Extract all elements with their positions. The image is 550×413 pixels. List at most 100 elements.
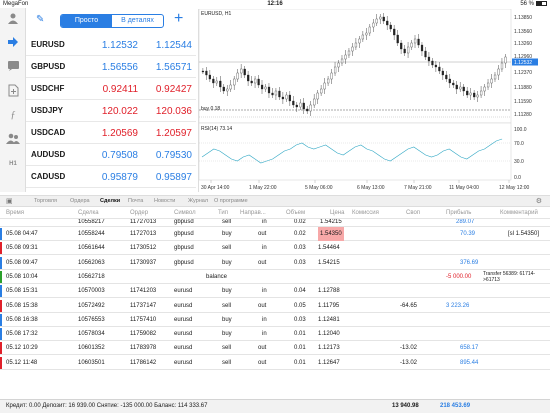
price-tick-label: 1.11880 [514, 85, 532, 91]
timeframe-button[interactable]: H1 [4, 156, 22, 172]
cell-deal: 10562718 [78, 273, 105, 280]
total-profit: 218 453.69 [440, 403, 471, 409]
col-direction[interactable]: Направ... [240, 210, 266, 216]
cell-type: buy [222, 331, 232, 338]
table-row[interactable]: 05.08 09:47 10562063 11730937 gbpusd buy out 0… [0, 256, 550, 270]
candle-body [347, 50, 351, 56]
tab-detailed[interactable]: В деталях [112, 15, 163, 27]
cell-swap: -13.02 [400, 359, 418, 366]
price-tick-label: 1.11280 [514, 112, 532, 118]
tab-4[interactable]: Новости [154, 198, 175, 204]
cell-deal: 10562063 [78, 259, 105, 266]
col-volume[interactable]: Объем [286, 210, 305, 216]
col-type[interactable]: Тип [218, 210, 228, 216]
col-time[interactable]: Время [6, 210, 24, 216]
candle-body [288, 94, 291, 102]
add-symbol-icon[interactable]: + [174, 10, 183, 28]
candle-body [240, 68, 243, 74]
document-add-icon[interactable] [4, 84, 22, 100]
cell-type: buy [222, 316, 232, 323]
cell-profit: 376.69 [460, 259, 479, 266]
table-row[interactable]: 05.08 10:04 10562718 balance -5 000.00 Trans… [0, 270, 550, 284]
price-tick-label: 1.12370 [514, 70, 532, 76]
col-swap[interactable]: Своп [406, 210, 420, 216]
candle-body [327, 78, 330, 84]
tab-0[interactable]: Торговля [34, 198, 57, 204]
cell-type: buy [222, 288, 232, 295]
cell-price: 1.12788 [318, 288, 340, 295]
quote-row[interactable]: GBPUSD 1.56556 1.56571 [26, 56, 196, 78]
cell-price: 1.12647 [318, 359, 340, 366]
deals-table-header: Время Сделка Ордер Символ Тип Направ... … [0, 209, 550, 219]
table-row[interactable]: 05.08 15:38 10572492 11737147 eurusd sell out… [0, 299, 550, 313]
price-chart[interactable]: 1.138501.135601.132601.129601.125321.123… [198, 9, 550, 192]
panel-layout-icon[interactable]: ▣ [6, 197, 13, 205]
candle-body [267, 86, 271, 94]
cell-volume: 0.01 [294, 345, 306, 352]
edit-icon[interactable]: ✎ [36, 14, 44, 25]
table-row[interactable]: 05.12 10:29 10601352 11783978 eurusd sell out… [0, 341, 550, 356]
candle-body [473, 92, 476, 98]
quote-row[interactable]: AUDUSD 0.79508 0.79530 [26, 144, 196, 166]
settings-panel-icon[interactable]: ⚙ [536, 197, 542, 205]
table-row[interactable]: 10558217 11727013 gbpusd sell in 0.02 1.… [0, 219, 550, 227]
quote-bid: 0.92411 [102, 84, 138, 95]
chat-icon[interactable] [4, 60, 22, 76]
left-sidebar: ƒ H1 [0, 8, 26, 192]
candle-body [448, 78, 451, 84]
quote-row[interactable]: USDCAD 1.20569 1.20597 [26, 122, 196, 144]
cell-profit: 895.44 [460, 359, 479, 366]
candle-body [455, 84, 458, 90]
cell-comment: Transfer 56389: 61714->61713 [483, 270, 536, 283]
candle-body [441, 70, 444, 76]
table-row[interactable]: 05.08 16:38 10576553 11757410 eurusd buy in 0.… [0, 313, 550, 327]
candle-body [226, 88, 229, 92]
cell-time: 05.08 15:38 [6, 302, 38, 309]
col-symbol[interactable]: Символ [174, 210, 196, 216]
col-commission[interactable]: Комиссия [352, 210, 379, 216]
quote-row[interactable]: CADUSD 0.95879 0.95897 [26, 166, 196, 188]
quote-bid: 120.022 [101, 106, 138, 117]
account-icon[interactable] [4, 12, 22, 28]
col-profit[interactable]: Прибыль [446, 210, 471, 216]
cell-type: sell [222, 359, 232, 366]
col-deal[interactable]: Сделка [78, 210, 99, 216]
table-row[interactable]: 05.08 15:31 10570003 11741203 eurusd buy in 0.… [0, 284, 550, 299]
table-row[interactable]: 05.12 11:48 10603501 11786142 eurusd sell out… [0, 356, 550, 370]
candle-body [257, 78, 260, 86]
rsi-tick-label: 100.0 [514, 127, 527, 133]
table-row[interactable]: 05.08 09:31 10561644 11730512 gbpusd sell in 0… [0, 241, 550, 256]
table-row[interactable]: 05.08 04:47 10558244 11727013 gbpusd buy out 0… [0, 227, 550, 241]
cell-direction: out [258, 302, 267, 309]
candle-body [264, 86, 267, 90]
col-order[interactable]: Ордер [130, 210, 148, 216]
tab-3[interactable]: Почта [128, 198, 143, 204]
indicators-icon[interactable]: ƒ [4, 108, 22, 124]
tab-2[interactable]: Сделки [100, 198, 120, 204]
community-icon[interactable] [4, 132, 22, 148]
candle-body [490, 78, 493, 84]
cell-symbol: eurusd [174, 302, 193, 309]
cell-volume: 0.03 [294, 259, 306, 266]
tab-1[interactable]: Ордера [70, 198, 90, 204]
quote-row[interactable]: EURUSD 1.12532 1.12544 [26, 34, 196, 56]
col-comment[interactable]: Комментарий [500, 210, 538, 216]
tab-simple[interactable]: Просто [61, 15, 112, 27]
candle-body [295, 104, 298, 108]
table-row[interactable]: 05.08 17:32 10578034 11759082 eurusd buy in 0.… [0, 327, 550, 342]
cell-order: 11730512 [130, 245, 157, 252]
candle-body [351, 46, 354, 52]
candle-body [260, 84, 264, 90]
quote-bid: 1.12532 [101, 40, 138, 51]
cell-type: buy [222, 259, 232, 266]
tab-5[interactable]: Журнал [188, 198, 208, 204]
tab-6[interactable]: О программе [214, 198, 248, 204]
quote-ask: 0.95897 [155, 172, 192, 183]
candle-body [233, 78, 236, 86]
trade-arrows-icon[interactable] [4, 36, 22, 52]
col-price[interactable]: Цена [330, 210, 344, 216]
rsi-tick-label: 70.0 [514, 141, 524, 147]
quote-row[interactable]: USDCHF 0.92411 0.92427 [26, 78, 196, 100]
cell-time: 05.08 15:31 [6, 288, 38, 295]
quote-row[interactable]: USDJPY 120.022 120.036 [26, 100, 196, 122]
